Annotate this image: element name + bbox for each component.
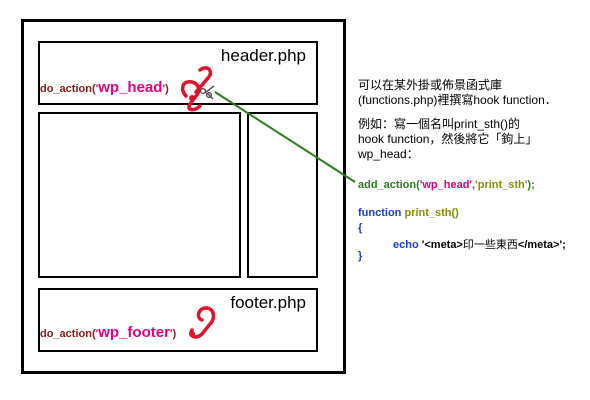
hook-icon-tip [189, 95, 195, 101]
diagram-overlay [180, 66, 356, 339]
scissors-icon [199, 85, 215, 100]
connector-line [214, 91, 356, 183]
hook-icon-tip [189, 331, 195, 337]
hook-icon [180, 66, 213, 112]
